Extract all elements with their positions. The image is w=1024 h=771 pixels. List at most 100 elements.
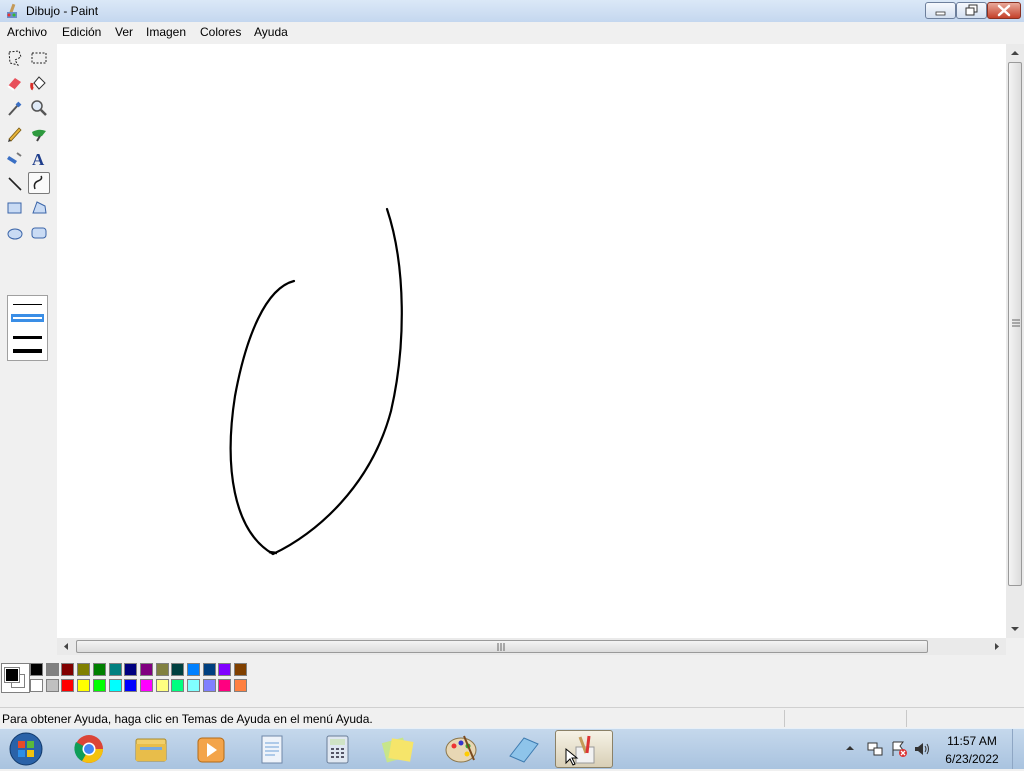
menu-ayuda[interactable]: Ayuda <box>252 25 290 39</box>
palette-swatch[interactable] <box>124 679 138 692</box>
palette-swatch[interactable] <box>124 663 138 676</box>
show-desktop-button[interactable] <box>1012 729 1024 769</box>
show-hidden-icons-icon[interactable] <box>844 743 856 753</box>
current-colors[interactable] <box>1 663 30 693</box>
taskbar-calculator[interactable] <box>308 730 366 768</box>
paint-palette-icon <box>445 735 477 763</box>
scroll-down-icon[interactable] <box>1009 624 1021 634</box>
palette-swatch[interactable] <box>92 679 106 692</box>
line-width-4[interactable] <box>13 349 42 353</box>
line-width-1[interactable] <box>13 304 42 305</box>
rounded-rect-tool[interactable] <box>28 222 50 244</box>
scroll-left-icon[interactable] <box>61 641 71 652</box>
pencil-icon <box>8 127 22 142</box>
horizontal-scrollbar[interactable] <box>57 638 1006 655</box>
palette-swatch[interactable] <box>61 679 75 692</box>
eraser-tool[interactable] <box>4 72 26 94</box>
svg-text:A: A <box>32 150 45 169</box>
palette-swatch[interactable] <box>155 663 169 676</box>
menu-edicion[interactable]: Edición <box>60 25 103 39</box>
scroll-right-icon[interactable] <box>992 641 1002 652</box>
line-width-2-stroke <box>13 317 42 319</box>
taskbar-paint[interactable] <box>555 730 613 768</box>
palette-swatch[interactable] <box>202 679 216 692</box>
palette-swatch[interactable] <box>171 663 185 676</box>
palette-swatch[interactable] <box>155 679 169 692</box>
action-center-icon[interactable] <box>890 740 908 758</box>
menu-archivo[interactable]: Archivo <box>5 25 49 39</box>
scroll-up-icon[interactable] <box>1009 48 1021 58</box>
palette-swatches <box>30 663 260 695</box>
horizontal-scroll-thumb[interactable] <box>76 640 928 653</box>
brush-tool[interactable] <box>28 122 50 144</box>
palette-swatch[interactable] <box>234 679 248 692</box>
magnifier-tool[interactable] <box>28 97 50 119</box>
palette-swatch[interactable] <box>108 679 122 692</box>
color-picker-icon <box>8 101 22 116</box>
taskbar-document[interactable] <box>242 730 300 768</box>
network-icon[interactable] <box>866 740 884 758</box>
minimize-button[interactable] <box>925 2 956 19</box>
menu-imagen[interactable]: Imagen <box>144 25 188 39</box>
curve-endpoint <box>268 550 278 555</box>
clock-date[interactable]: 6/23/2022 <box>938 752 1006 766</box>
vertical-scroll-thumb[interactable] <box>1008 62 1022 586</box>
palette-swatch[interactable] <box>187 679 200 692</box>
rect-select-tool[interactable] <box>28 47 50 69</box>
window-title: Dibujo - Paint <box>26 4 99 18</box>
free-form-select-tool[interactable] <box>4 47 26 69</box>
color-picker-tool[interactable] <box>4 97 26 119</box>
palette-swatch[interactable] <box>30 679 43 692</box>
fill-bucket-tool[interactable] <box>28 72 50 94</box>
palette-swatch[interactable] <box>92 663 106 676</box>
palette-swatch[interactable] <box>30 663 43 676</box>
polygon-tool[interactable] <box>28 197 50 219</box>
taskbar-explorer[interactable] <box>122 730 180 768</box>
grip-icon <box>1012 319 1020 327</box>
palette-swatch[interactable] <box>139 679 153 692</box>
line-width-3[interactable] <box>13 336 42 339</box>
palette-swatch[interactable] <box>218 679 232 692</box>
palette-swatch[interactable] <box>45 663 59 676</box>
palette-swatch[interactable] <box>202 663 216 676</box>
volume-icon[interactable] <box>913 740 931 758</box>
ellipse-icon <box>7 228 23 240</box>
palette-swatch[interactable] <box>218 663 232 676</box>
menu-colores[interactable]: Colores <box>198 25 243 39</box>
rect-select-icon <box>31 52 47 64</box>
palette-swatch[interactable] <box>139 663 153 676</box>
pencil-tool[interactable] <box>4 122 26 144</box>
palette-swatch[interactable] <box>234 663 248 676</box>
taskbar-notepad[interactable] <box>494 730 552 768</box>
palette-swatch[interactable] <box>45 679 59 692</box>
menu-ver[interactable]: Ver <box>113 25 135 39</box>
status-text: Para obtener Ayuda, haga clic en Temas d… <box>2 712 373 726</box>
palette-swatch[interactable] <box>77 663 91 676</box>
start-orb-icon <box>9 732 43 766</box>
start-button[interactable] <box>4 730 46 768</box>
taskbar-paint-palette[interactable] <box>432 730 490 768</box>
palette-swatch[interactable] <box>171 679 185 692</box>
text-tool[interactable]: A <box>28 147 50 169</box>
taskbar-chrome[interactable] <box>60 730 118 768</box>
taskbar-media-player[interactable] <box>182 730 240 768</box>
ellipse-tool[interactable] <box>4 222 26 244</box>
drawing-canvas[interactable] <box>61 46 1006 638</box>
palette-swatch[interactable] <box>61 663 75 676</box>
close-button[interactable] <box>987 2 1021 19</box>
palette-swatch[interactable] <box>187 663 200 676</box>
vertical-scrollbar[interactable] <box>1006 44 1024 638</box>
line-tool[interactable] <box>4 172 26 194</box>
status-divider <box>906 710 907 727</box>
restore-button[interactable] <box>956 2 987 19</box>
tool-box: A <box>0 44 57 662</box>
taskbar-sticky-notes[interactable] <box>370 730 428 768</box>
clock-time[interactable]: 11:57 AM <box>938 734 1006 748</box>
palette-swatch[interactable] <box>77 679 91 692</box>
palette-swatch[interactable] <box>108 663 122 676</box>
rectangle-tool[interactable] <box>4 197 26 219</box>
grip-icon <box>497 643 505 651</box>
paint-icon <box>565 735 595 766</box>
airbrush-tool[interactable] <box>4 147 26 169</box>
curve-tool[interactable] <box>28 172 50 194</box>
